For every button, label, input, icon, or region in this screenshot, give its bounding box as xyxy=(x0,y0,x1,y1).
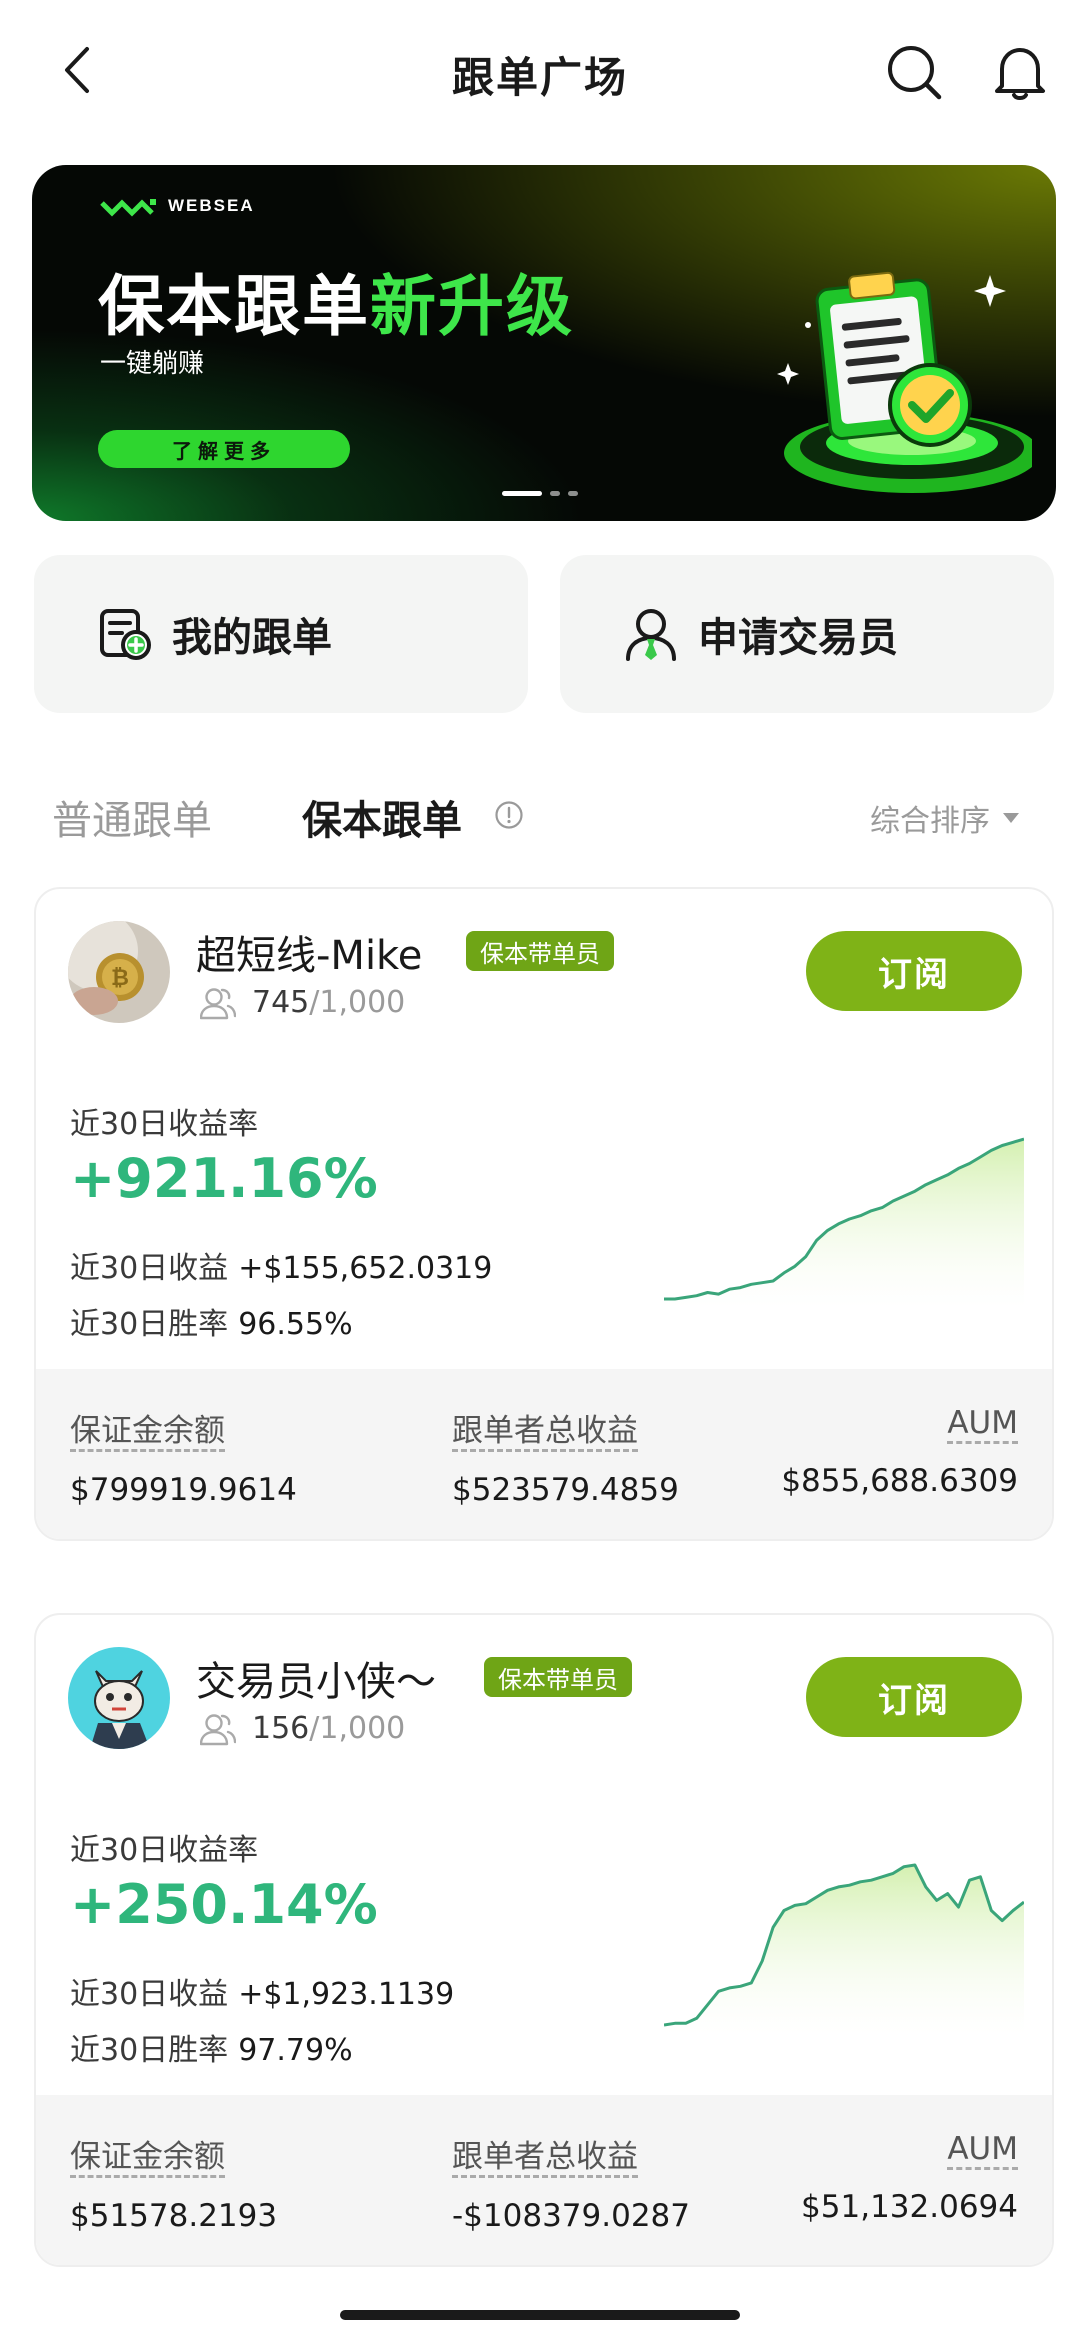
carousel-dot[interactable] xyxy=(550,491,560,496)
carousel-dot[interactable] xyxy=(568,491,578,496)
trader-metrics: 保证金余额 $799919.9614 跟单者总收益 $523579.4859 A… xyxy=(36,1369,1052,1539)
margin-balance: 保证金余额 $799919.9614 xyxy=(70,1405,297,1508)
aum: AUM $51,132.0694 xyxy=(801,2131,1018,2225)
follower-profit-value: -$108379.0287 xyxy=(452,2198,690,2234)
margin-value: $51578.2193 xyxy=(70,2198,278,2234)
follower-profit-value: $523579.4859 xyxy=(452,1472,679,1508)
trader-name: 交易员小侠～ xyxy=(196,1659,436,1705)
margin-value: $799919.9614 xyxy=(70,1472,297,1508)
roi-label: 近30日收益率 xyxy=(70,1107,259,1142)
users-icon xyxy=(200,1713,236,1745)
tab-protected-copy[interactable]: 保本跟单 xyxy=(302,788,462,846)
profit-label: 近30日收益 xyxy=(70,1251,229,1286)
my-copy-label: 我的跟单 xyxy=(172,615,332,661)
follower-profit-label[interactable]: 跟单者总收益 xyxy=(452,2131,690,2176)
notifications-button[interactable] xyxy=(988,40,1052,104)
profit-label: 近30日收益 xyxy=(70,1977,229,2012)
followers-max: /1,000 xyxy=(309,985,406,1020)
tab-normal-copy[interactable]: 普通跟单 xyxy=(52,788,212,846)
profit-row: 近30日收益 +$155,652.0319 xyxy=(70,1243,492,1287)
winrate-value: 97.79% xyxy=(238,2033,353,2068)
trader-card[interactable]: ₿ 超短线-Mike 保本带单员 745/1,000 订阅 近30日收益率 +9… xyxy=(34,887,1054,1541)
followers-current: 156 xyxy=(252,1711,310,1746)
roi-value: +250.14% xyxy=(70,1873,378,1936)
trader-metrics: 保证金余额 $51578.2193 跟单者总收益 -$108379.0287 A… xyxy=(36,2095,1052,2265)
subscribe-button[interactable]: 订阅 xyxy=(806,931,1022,1011)
margin-balance: 保证金余额 $51578.2193 xyxy=(70,2131,277,2234)
protected-trader-badge: 保本带单员 xyxy=(466,931,614,971)
sparkline-area xyxy=(664,1865,1024,2035)
svg-text:₿: ₿ xyxy=(111,966,129,991)
app-header: 跟单广场 xyxy=(0,0,1080,150)
margin-label[interactable]: 保证金余额 xyxy=(70,1405,297,1450)
document-add-icon xyxy=(96,605,154,663)
follower-count: 156/1,000 xyxy=(200,1711,405,1746)
apply-trader-tile[interactable]: 申请交易员 xyxy=(560,555,1054,713)
follower-count: 745/1,000 xyxy=(200,985,405,1020)
my-copy-tile[interactable]: 我的跟单 xyxy=(34,555,528,713)
users-icon xyxy=(200,987,236,1019)
roi-label: 近30日收益率 xyxy=(70,1833,259,1868)
winrate-row: 近30日胜率 97.79% xyxy=(70,2025,353,2069)
learn-more-button[interactable]: 了解更多 xyxy=(98,430,350,468)
copy-type-tabs: 普通跟单 保本跟单 综合排序 xyxy=(0,770,1080,860)
banner-headline-green: 新升级 xyxy=(370,268,574,345)
trader-name: 超短线-Mike xyxy=(196,933,423,979)
carousel-dot[interactable] xyxy=(502,491,542,496)
winrate-row: 近30日胜率 96.55% xyxy=(70,1299,353,1343)
search-button[interactable] xyxy=(882,40,946,104)
profit-value: +$155,652.0319 xyxy=(238,1251,493,1286)
roi-value: +921.16% xyxy=(70,1147,378,1210)
clipboard-check-illustration xyxy=(777,271,1032,493)
profit-row: 近30日收益 +$1,923.1139 xyxy=(70,1969,454,2013)
avatar: ₿ xyxy=(68,921,170,1023)
apply-trader-label: 申请交易员 xyxy=(698,615,898,661)
brand-name: WEBSEA xyxy=(168,196,255,215)
margin-label[interactable]: 保证金余额 xyxy=(70,2131,277,2176)
banner-headline: 保本跟单新升级 xyxy=(98,253,574,349)
search-icon xyxy=(888,46,942,100)
profit-value: +$1,923.1139 xyxy=(238,1977,455,2012)
protected-trader-badge: 保本带单员 xyxy=(484,1657,632,1697)
winrate-value: 96.55% xyxy=(238,1307,353,1342)
followers-current: 745 xyxy=(252,985,310,1020)
winrate-label: 近30日胜率 xyxy=(70,2033,229,2068)
trader-person-icon xyxy=(622,605,680,663)
info-icon[interactable] xyxy=(494,800,524,830)
websea-logo-icon xyxy=(100,199,156,217)
sort-label: 综合排序 xyxy=(870,804,990,839)
sort-dropdown[interactable]: 综合排序 xyxy=(870,796,1020,840)
banner-headline-white: 保本跟单 xyxy=(98,268,370,345)
pnl-sparkline xyxy=(664,1137,1024,1309)
brand-logo: WEBSEA xyxy=(100,195,255,217)
aum-label[interactable]: AUM xyxy=(801,2131,1018,2167)
avatar xyxy=(68,1647,170,1749)
follower-profit: 跟单者总收益 $523579.4859 xyxy=(452,1405,679,1508)
winrate-label: 近30日胜率 xyxy=(70,1307,229,1342)
bell-icon xyxy=(995,48,1045,100)
follower-profit: 跟单者总收益 -$108379.0287 xyxy=(452,2131,690,2234)
banner-subtitle: 一键躺赚 xyxy=(100,349,205,379)
home-indicator xyxy=(340,2310,740,2320)
aum: AUM $855,688.6309 xyxy=(781,1405,1018,1499)
promo-banner[interactable]: WEBSEA 保本跟单新升级 一键躺赚 了解更多 xyxy=(32,165,1056,521)
caret-down-icon xyxy=(1003,813,1019,823)
aum-label[interactable]: AUM xyxy=(781,1405,1018,1441)
follower-profit-label[interactable]: 跟单者总收益 xyxy=(452,1405,679,1450)
aum-value: $855,688.6309 xyxy=(781,1463,1018,1499)
carousel-indicator xyxy=(502,491,578,496)
trader-card[interactable]: 交易员小侠～ 保本带单员 156/1,000 订阅 近30日收益率 +250.1… xyxy=(34,1613,1054,2267)
followers-max: /1,000 xyxy=(309,1711,406,1746)
pnl-sparkline xyxy=(664,1863,1024,2035)
subscribe-button[interactable]: 订阅 xyxy=(806,1657,1022,1737)
aum-value: $51,132.0694 xyxy=(801,2189,1018,2225)
